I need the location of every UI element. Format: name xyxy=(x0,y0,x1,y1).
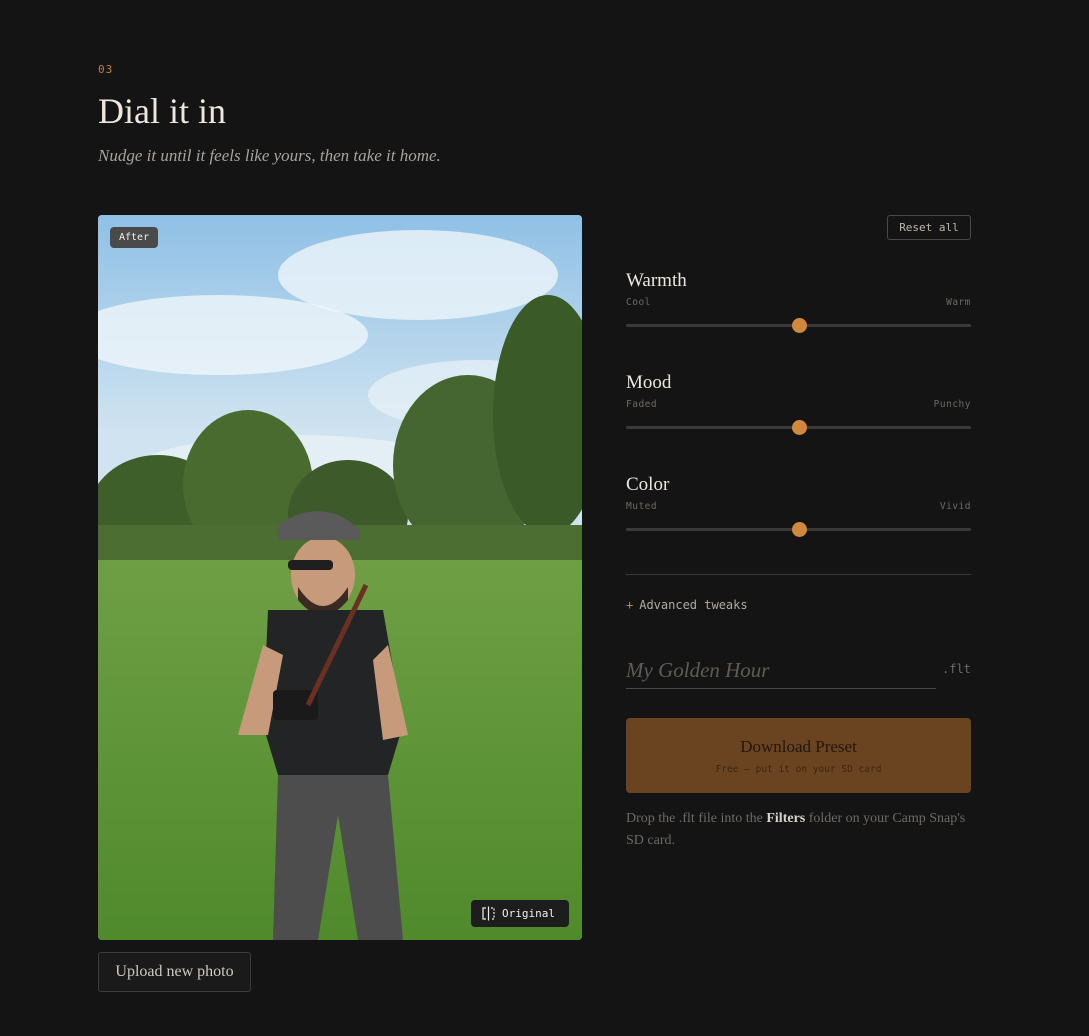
original-label: Original xyxy=(502,907,555,920)
slider-thumb[interactable] xyxy=(791,522,807,537)
download-preset-button[interactable]: Download Preset Free — put it on your SD… xyxy=(626,718,971,793)
slider-ends: Muted Vivid xyxy=(626,501,971,512)
slider-warmth: Warmth Cool Warm xyxy=(626,270,971,333)
page-title: Dial it in xyxy=(98,91,226,131)
page-subtitle: Nudge it until it feels like yours, then… xyxy=(98,146,441,165)
slider-label: Warmth xyxy=(626,270,687,291)
preset-name-input[interactable] xyxy=(626,652,936,689)
after-badge: After xyxy=(110,227,159,248)
slider-min-label: Faded xyxy=(626,399,658,410)
slider-track[interactable] xyxy=(626,420,971,435)
hint-text-start: Drop the .flt file into the xyxy=(626,811,763,826)
upload-photo-button[interactable]: Upload new photo xyxy=(98,952,251,992)
slider-thumb[interactable] xyxy=(791,318,807,333)
reset-all-button[interactable]: Reset all xyxy=(887,215,971,240)
slider-ends: Faded Punchy xyxy=(626,399,971,410)
slider-mood: Mood Faded Punchy xyxy=(626,372,971,435)
photo-preview xyxy=(98,215,582,940)
slider-track[interactable] xyxy=(626,318,971,333)
slider-thumb[interactable] xyxy=(791,420,807,435)
download-sublabel: Free — put it on your SD card xyxy=(715,763,882,775)
advanced-tweaks-toggle[interactable]: + Advanced tweaks xyxy=(626,598,748,612)
photo-image xyxy=(98,215,582,940)
file-extension: .flt xyxy=(942,662,971,676)
plus-icon: + xyxy=(626,598,634,612)
slider-max-label: Warm xyxy=(946,297,971,308)
advanced-label: Advanced tweaks xyxy=(639,598,748,612)
step-number: 03 xyxy=(98,63,114,76)
slider-color: Color Muted Vivid xyxy=(626,474,971,537)
slider-label: Color xyxy=(626,474,670,495)
download-label: Download Preset xyxy=(740,736,857,756)
hint-folder-name: Filters xyxy=(766,811,806,826)
slider-min-label: Muted xyxy=(626,501,658,512)
slider-label: Mood xyxy=(626,372,672,393)
divider xyxy=(626,574,971,575)
install-hint: Drop the .flt file into the Filters fold… xyxy=(626,808,971,852)
original-toggle-button[interactable]: Original xyxy=(471,900,569,927)
slider-track[interactable] xyxy=(626,522,971,537)
slider-max-label: Punchy xyxy=(933,399,971,410)
compare-icon xyxy=(482,906,495,921)
slider-max-label: Vivid xyxy=(939,501,971,512)
slider-min-label: Cool xyxy=(626,297,651,308)
slider-ends: Cool Warm xyxy=(626,297,971,308)
